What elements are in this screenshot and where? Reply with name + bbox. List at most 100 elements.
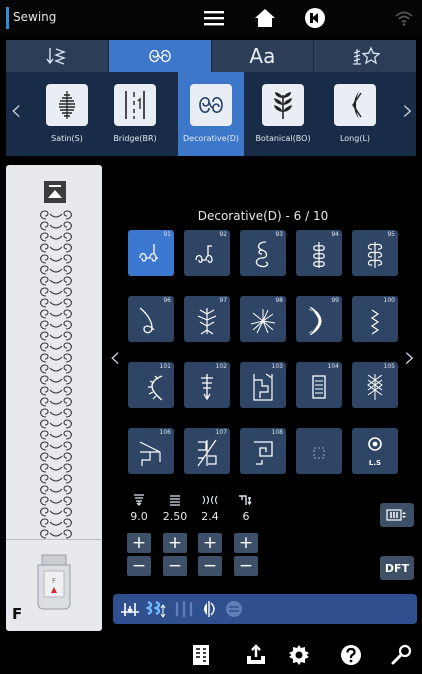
stitch-icon bbox=[370, 309, 380, 335]
bridge-icon bbox=[114, 84, 156, 126]
stop-icon[interactable] bbox=[303, 6, 327, 30]
stitch-settings-icon bbox=[386, 509, 406, 521]
utility-stitch-icon bbox=[46, 48, 66, 65]
needle-stop-icon[interactable] bbox=[119, 598, 141, 620]
tension-decrease-button[interactable]: − bbox=[234, 556, 258, 576]
tab-utility-stitch[interactable] bbox=[6, 40, 109, 72]
stitch-92[interactable]: 92 bbox=[184, 230, 230, 276]
stitch-93[interactable]: 93 bbox=[240, 230, 286, 276]
stitch-icon bbox=[197, 439, 217, 467]
length-icon bbox=[167, 494, 183, 506]
stitch-96[interactable]: 96 bbox=[128, 296, 174, 342]
grid-page-title: Decorative(D) - 6 / 10 bbox=[197, 209, 329, 223]
width-value: 9.0 bbox=[130, 510, 148, 523]
stitch-preview-panel: F F bbox=[6, 165, 102, 631]
stitch-settings-button[interactable] bbox=[380, 503, 414, 527]
help-icon[interactable] bbox=[340, 644, 362, 666]
tab-font[interactable]: Aa bbox=[211, 40, 315, 72]
stitch-99[interactable]: 99 bbox=[296, 296, 342, 342]
menu-icon[interactable] bbox=[202, 6, 226, 30]
density-icon bbox=[202, 494, 218, 506]
category-tabs: Aa bbox=[6, 40, 416, 72]
long-stitch-button[interactable]: L.S bbox=[352, 428, 398, 474]
feed-icon[interactable] bbox=[145, 598, 167, 620]
subcategory-bridge[interactable]: Bridge(BR) bbox=[102, 80, 168, 152]
density-value: 2.4 bbox=[201, 510, 219, 523]
font-icon: Aa bbox=[249, 44, 276, 68]
stitch-106[interactable]: 106 bbox=[128, 428, 174, 474]
density-decrease-button[interactable]: − bbox=[198, 556, 222, 576]
subcategory-label: Bridge(BR) bbox=[113, 134, 157, 143]
stitch-icon bbox=[253, 373, 273, 401]
length-decrease-button[interactable]: − bbox=[163, 556, 187, 576]
tension-increase-button[interactable]: + bbox=[234, 533, 258, 553]
grid-prev-arrow[interactable]: ‹ bbox=[109, 340, 121, 375]
stitch-101[interactable]: 101 bbox=[128, 362, 174, 408]
tab-decorative-stitch[interactable] bbox=[108, 40, 212, 72]
stitch-94[interactable]: 94 bbox=[296, 230, 342, 276]
subcategory-decorative[interactable]: Decorative(D) bbox=[178, 72, 244, 156]
stitch-icon bbox=[367, 242, 383, 268]
svg-text:F: F bbox=[52, 577, 56, 585]
wifi-icon bbox=[392, 6, 416, 30]
decorative-icon bbox=[190, 84, 232, 126]
stitch-icon bbox=[309, 306, 322, 336]
stitch-icon bbox=[313, 242, 325, 268]
stitch-91[interactable]: 91 bbox=[128, 230, 174, 276]
stitch-icon bbox=[139, 244, 158, 262]
stitch-108[interactable]: 108 bbox=[240, 428, 286, 474]
density-increase-button[interactable]: + bbox=[198, 533, 222, 553]
presser-foot-icon: F bbox=[37, 554, 71, 610]
stitch-104[interactable]: 104 bbox=[296, 362, 342, 408]
stitch-icon bbox=[250, 309, 276, 334]
width-increase-button[interactable]: + bbox=[127, 533, 151, 553]
home-icon[interactable] bbox=[253, 6, 277, 30]
stitch-102[interactable]: 102 bbox=[184, 362, 230, 408]
stitch-empty[interactable] bbox=[296, 428, 342, 474]
stitch-105[interactable]: 105 bbox=[352, 362, 398, 408]
subcategory-next-arrow[interactable]: › bbox=[402, 96, 414, 126]
grid-next-arrow[interactable]: › bbox=[404, 340, 416, 375]
empty-stitch-icon bbox=[313, 447, 325, 459]
stitch-100[interactable]: 100 bbox=[352, 296, 398, 342]
mirror-horizontal-icon[interactable] bbox=[198, 598, 220, 620]
stitch-103[interactable]: 103 bbox=[240, 362, 286, 408]
satin-icon bbox=[46, 84, 88, 126]
preview-divider bbox=[6, 539, 102, 540]
stitch-107[interactable]: 107 bbox=[184, 428, 230, 474]
stitch-icon bbox=[367, 374, 383, 400]
width-decrease-button[interactable]: − bbox=[127, 556, 151, 576]
long-stitch-label: L.S bbox=[368, 459, 382, 467]
subcategory-label: Botanical(BO) bbox=[255, 134, 311, 143]
stitch-toolbar bbox=[113, 594, 417, 624]
app-title: Sewing bbox=[13, 10, 57, 24]
default-button[interactable]: DFT bbox=[380, 556, 414, 580]
mirror-vertical-icon[interactable] bbox=[173, 598, 195, 620]
memory-icon[interactable] bbox=[245, 644, 267, 666]
subcategory-satin[interactable]: Satin(S) bbox=[34, 80, 100, 152]
scroll-top-button[interactable] bbox=[44, 181, 66, 203]
long-icon bbox=[334, 84, 376, 126]
subcategory-row: ‹ Satin(S) Bridge(BR) Decorative(D) Bota… bbox=[6, 72, 416, 156]
stitch-icon bbox=[254, 441, 273, 465]
stitch-preview-pattern bbox=[36, 209, 76, 539]
presser-foot-label: F bbox=[12, 605, 23, 623]
botanical-icon bbox=[262, 84, 304, 126]
wrench-icon[interactable] bbox=[390, 644, 412, 666]
subcategory-label: Long(L) bbox=[339, 134, 371, 143]
stitch-chart-icon[interactable] bbox=[190, 644, 212, 666]
tension-icon bbox=[237, 494, 253, 506]
settings-icon[interactable] bbox=[288, 644, 310, 666]
restart-icon[interactable] bbox=[223, 598, 245, 620]
subcategory-label: Satin(S) bbox=[51, 134, 83, 143]
subcategory-long[interactable]: Long(L) bbox=[322, 80, 388, 152]
stitch-98[interactable]: 98 bbox=[240, 296, 286, 342]
tension-value: 6 bbox=[242, 510, 250, 523]
stitch-97[interactable]: 97 bbox=[184, 296, 230, 342]
tab-favorite-stitch[interactable] bbox=[314, 40, 416, 72]
length-increase-button[interactable]: + bbox=[163, 533, 187, 553]
decorative-stitch-icon bbox=[148, 49, 171, 63]
stitch-95[interactable]: 95 bbox=[352, 230, 398, 276]
subcategory-botanical[interactable]: Botanical(BO) bbox=[250, 80, 316, 152]
subcategory-prev-arrow[interactable]: ‹ bbox=[10, 96, 22, 126]
